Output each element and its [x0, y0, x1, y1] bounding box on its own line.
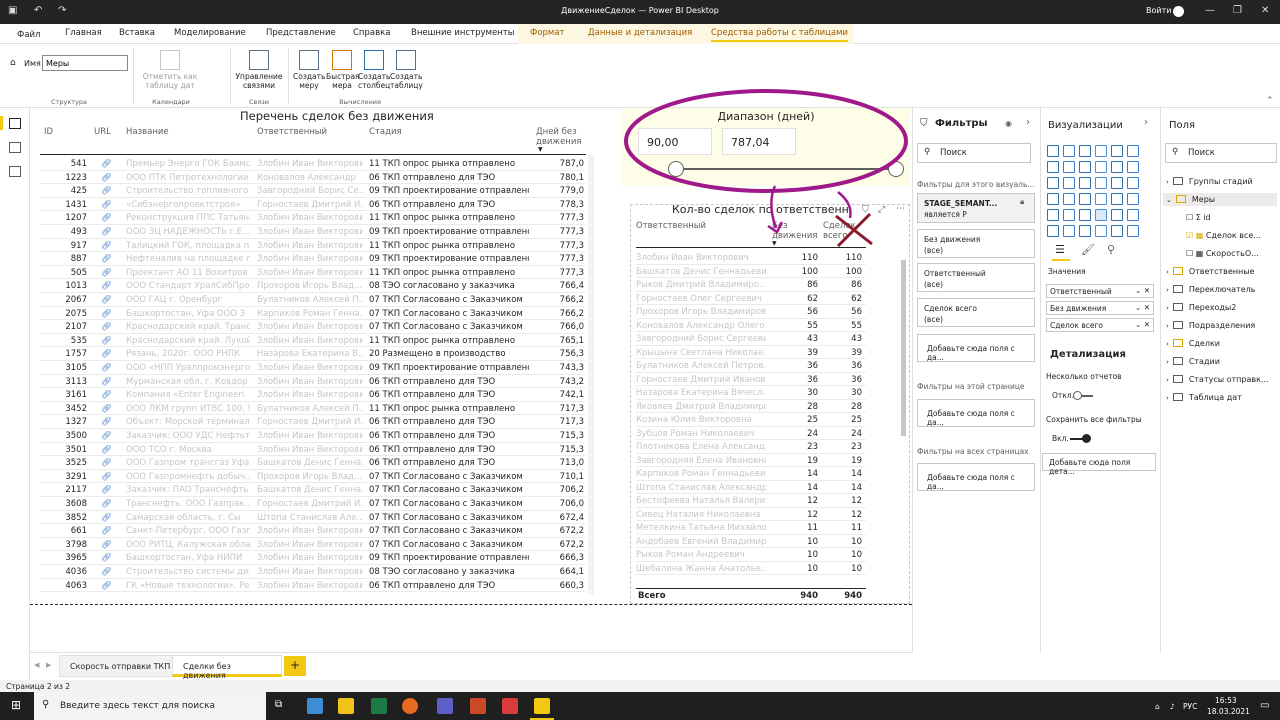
annotation-ellipse — [624, 89, 908, 193]
annotation-cross — [836, 212, 872, 248]
annotation-layer — [624, 89, 908, 248]
annotation-arrow — [837, 191, 852, 219]
